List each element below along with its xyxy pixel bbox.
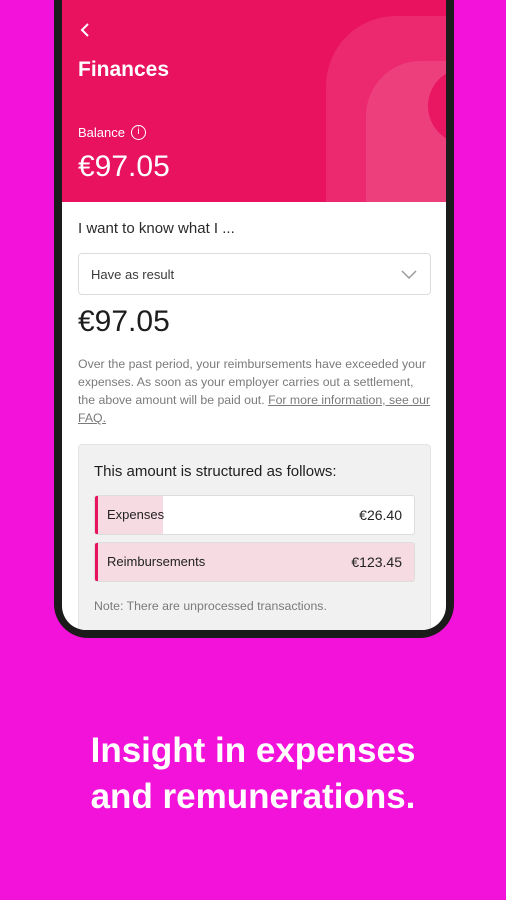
finances-header: Finances Balance i €97.05 [62,0,446,202]
expenses-value: €26.40 [359,507,402,523]
reimbursements-value: €123.45 [351,554,402,570]
app-screen: Finances Balance i €97.05 I want to know… [62,0,446,630]
tagline-line-1: Insight in expenses [90,731,416,770]
structure-title: This amount is structured as follows: [94,463,337,480]
page-title: Finances [78,58,170,81]
info-icon[interactable]: i [130,125,146,140]
amount-structure-card: This amount is structured as follows: Ex… [78,444,431,630]
result-amount: €97.05 [78,305,170,338]
balance-label: Balance i [78,125,146,140]
balance-label-text: Balance [78,125,125,140]
decorative-logo-shape [326,16,446,202]
back-arrow-icon[interactable] [78,20,96,44]
chevron-down-icon [401,270,417,280]
promo-tagline: Insight in expenses and remunerations. [0,728,506,820]
tagline-line-2: and remunerations. [90,777,416,816]
reimbursements-label: Reimbursements [107,554,206,569]
unprocessed-note: Note: There are unprocessed transactions… [94,599,327,613]
result-type-select[interactable]: Have as result [78,253,431,295]
expenses-label: Expenses [107,507,165,522]
query-question: I want to know what I ... [78,220,235,237]
reimbursements-row: Reimbursements €123.45 [94,542,415,582]
expenses-row: Expenses €26.40 [94,495,415,535]
result-description: Over the past period, your reimbursement… [78,355,434,427]
balance-value: €97.05 [78,150,170,183]
select-value: Have as result [91,266,175,282]
